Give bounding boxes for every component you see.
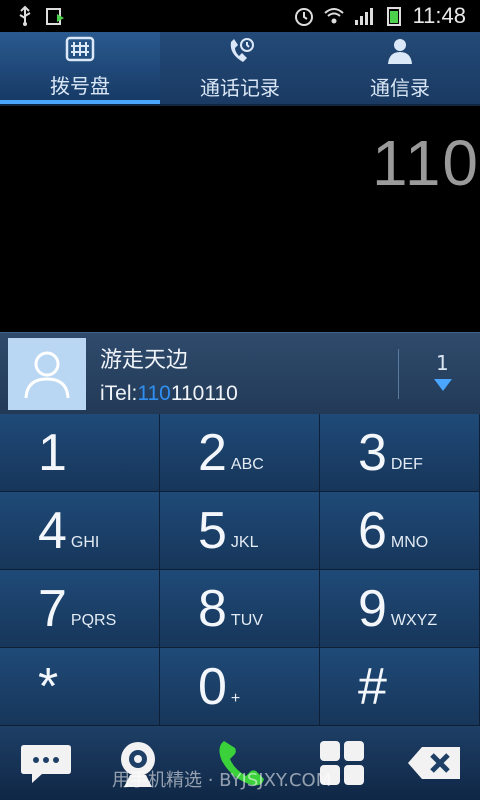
divider (398, 349, 399, 399)
phone-rest: 110110 (170, 382, 238, 405)
match-count: 1 (436, 351, 449, 375)
backspace-button[interactable] (388, 726, 480, 800)
contact-name: 游走天边 (100, 348, 189, 373)
key-star[interactable]: * (0, 648, 160, 726)
tab-keypad[interactable]: 拨号盘 (0, 32, 160, 104)
call-log-icon (230, 37, 254, 62)
key-digit: 6 (358, 501, 387, 560)
key-letters: GHI (70, 533, 100, 551)
tab-label: 拨号盘 (50, 73, 110, 98)
key-digit: 5 (198, 501, 227, 560)
key-letters: WXYZ (390, 611, 438, 629)
key-letters: DEF (390, 455, 423, 473)
key-4[interactable]: 4 GHI (0, 492, 160, 570)
number-display: 110 (0, 106, 480, 332)
contacts-icon (388, 38, 412, 64)
key-7[interactable]: 7 PQRS (0, 570, 160, 648)
phone-prefix: iTel: (100, 382, 138, 405)
message-button[interactable] (0, 726, 92, 800)
key-1[interactable]: 1 (0, 414, 160, 492)
key-letters: MNO (390, 533, 429, 551)
battery-icon (383, 5, 405, 27)
key-digit: # (358, 657, 387, 716)
contact-phone: iTel:110110110 (100, 382, 238, 406)
key-digit: 1 (38, 423, 67, 482)
key-digit: 0 (198, 657, 227, 716)
message-icon (21, 745, 72, 783)
key-letters: TUV (230, 611, 263, 629)
key-9[interactable]: 9 WXYZ (320, 570, 480, 648)
key-digit: 9 (358, 579, 387, 638)
clock: 11:48 (412, 3, 466, 28)
watermark: 用手机精选 · BYJSJXY.COM (112, 770, 332, 791)
signal-icon (353, 5, 375, 27)
phone-match: 110 (137, 382, 171, 405)
key-digit: 3 (358, 423, 387, 482)
tab-call-log[interactable]: 通话记录 (160, 32, 320, 104)
key-2[interactable]: 2 ABC (160, 414, 320, 492)
key-letters: + (230, 689, 241, 707)
key-digit: 4 (38, 501, 67, 560)
wifi-icon (323, 5, 345, 27)
expand-arrow-icon[interactable] (434, 379, 452, 391)
tab-label: 通话记录 (200, 75, 280, 100)
key-5[interactable]: 5 JKL (160, 492, 320, 570)
backspace-icon (407, 747, 460, 779)
key-6[interactable]: 6 MNO (320, 492, 480, 570)
key-3[interactable]: 3 DEF (320, 414, 480, 492)
alarm-icon (293, 5, 315, 27)
key-hash[interactable]: # (320, 648, 480, 726)
dialed-number[interactable]: 110 (372, 126, 480, 200)
key-0[interactable]: 0 + (160, 648, 320, 726)
contact-suggestion[interactable]: 游走天边 iTel:110110110 1 (0, 332, 480, 415)
key-letters: PQRS (70, 611, 117, 629)
avatar (8, 338, 86, 410)
key-8[interactable]: 8 TUV (160, 570, 320, 648)
tab-bar: 拨号盘 通话记录 通信录 (0, 32, 480, 106)
key-digit: 7 (38, 579, 67, 638)
key-letters: ABC (230, 455, 264, 473)
keypad-icon (65, 36, 95, 61)
usb-icon (14, 5, 36, 27)
battery-charging-icon (44, 5, 66, 27)
status-bar: 11:48 (0, 0, 480, 32)
person-icon (24, 351, 70, 399)
key-digit: * (38, 657, 59, 716)
tab-contacts[interactable]: 通信录 (320, 32, 480, 104)
keypad: 1 2 ABC 3 DEF 4 GHI 5 JKL 6 MNO 7 PQRS 8 TUV 9W… (0, 414, 480, 726)
key-letters: JKL (230, 533, 259, 551)
tab-label: 通信录 (370, 75, 430, 100)
key-digit: 2 (198, 423, 227, 482)
key-digit: 8 (198, 579, 227, 638)
